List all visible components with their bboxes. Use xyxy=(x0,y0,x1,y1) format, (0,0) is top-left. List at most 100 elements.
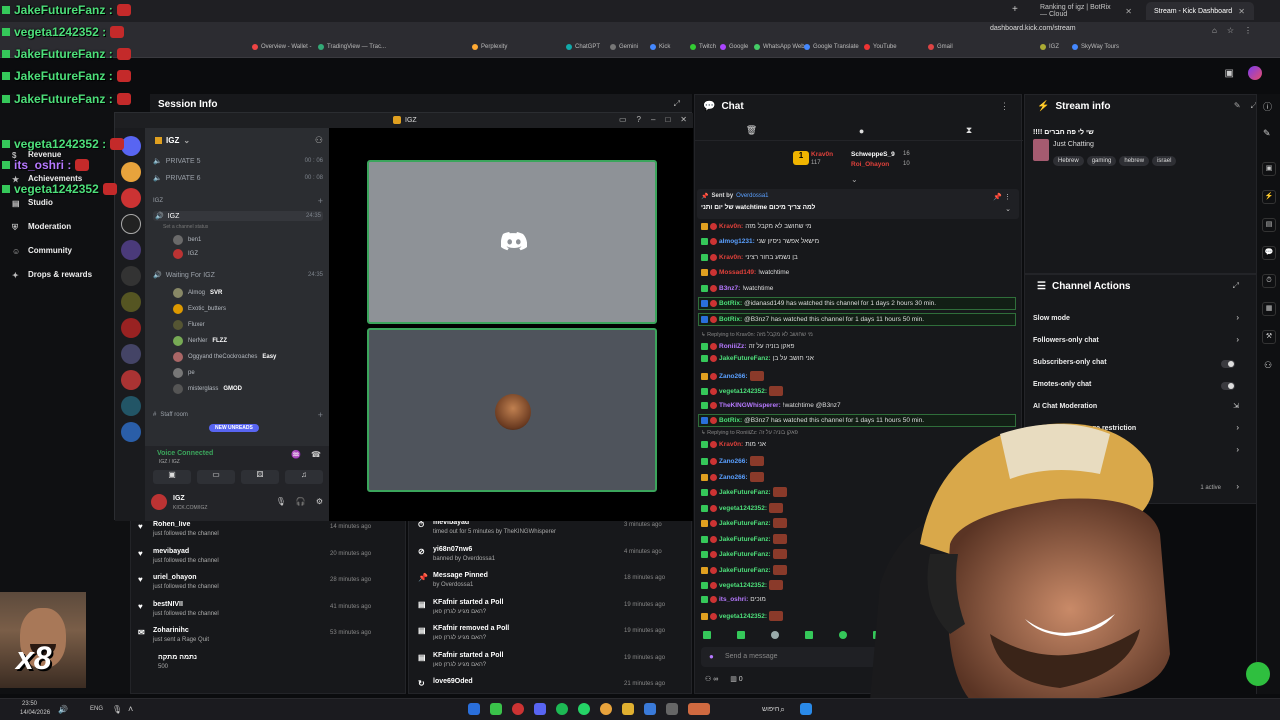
clock-icon[interactable]: ⏱ xyxy=(1262,274,1276,288)
chat-username[interactable]: vegeta1242352: xyxy=(719,388,767,395)
avatar[interactable] xyxy=(1248,66,1262,80)
chat-username[interactable]: JakeFutureFanz: xyxy=(719,551,771,558)
activity-item[interactable]: Message Pinned by Overdossa1 xyxy=(433,572,488,588)
video-tile[interactable] xyxy=(367,160,657,324)
server-icon[interactable] xyxy=(121,344,141,364)
discord-icon[interactable] xyxy=(534,703,546,715)
chat-username[interactable]: RoniiiZz: xyxy=(719,343,746,350)
layout-icon[interactable]: ▦ xyxy=(1262,302,1276,316)
server-icon[interactable] xyxy=(121,240,141,260)
emote-icon[interactable] xyxy=(703,631,711,639)
voice-user[interactable]: Fluxer xyxy=(173,320,321,330)
chevron-down-icon[interactable]: ⌄ xyxy=(851,175,858,184)
chat-message[interactable]: RoniiiZz: פאקן בוניה על זה xyxy=(701,343,794,350)
voice-user[interactable]: IGZ xyxy=(173,249,321,259)
voice-user[interactable]: ben1 xyxy=(173,235,321,245)
chat-username[interactable]: Zano266: xyxy=(719,458,748,465)
nav-item-community[interactable]: ☺ Community xyxy=(12,246,72,256)
chat-message[interactable]: Mossad149: !watchtime xyxy=(701,269,789,276)
maximize-icon[interactable]: □ xyxy=(665,115,670,124)
chat-message[interactable]: JakeFutureFanz: xyxy=(701,487,787,497)
bookmark-item[interactable]: WhatsApp Web xyxy=(754,44,805,50)
volume-icon[interactable]: 🔊 xyxy=(58,705,68,714)
app-icon[interactable] xyxy=(644,703,656,715)
emote-icon[interactable] xyxy=(805,631,813,639)
server-icon[interactable] xyxy=(121,266,141,286)
star-icon[interactable]: ☆ xyxy=(1227,26,1234,35)
server-icon[interactable] xyxy=(121,188,141,208)
bookmark-item[interactable]: Gemini xyxy=(610,44,638,50)
plus-icon[interactable]: + xyxy=(318,410,323,420)
activity-item[interactable]: Rohen_live just followed the channel xyxy=(153,521,219,537)
chat-username[interactable]: vegeta1242352: xyxy=(719,505,767,512)
chat-message[interactable]: BotRix: @B3nz7 has watched this channel … xyxy=(701,316,924,323)
activity-item[interactable]: KFafnir started a Poll האם מגיע לגרזן פאן… xyxy=(433,652,503,668)
chat-username[interactable]: Zano266: xyxy=(719,373,748,380)
chat-message[interactable]: JakeFutureFanz: xyxy=(701,518,787,528)
chat-username[interactable]: Krav0n: xyxy=(719,441,743,448)
chat-message[interactable]: Krav0n: בן נשמע בחור רציני xyxy=(701,254,798,261)
browser-tab[interactable]: Ranking of igz | BotRix — Cloud ✕ xyxy=(1032,2,1140,20)
activity-item[interactable]: נתמה מתקה 500 xyxy=(158,654,197,670)
help-icon[interactable]: ? xyxy=(637,115,641,124)
chat-username[interactable]: almog1231: xyxy=(719,238,755,245)
settings-icon[interactable]: ⚙ xyxy=(316,497,323,506)
voice-user[interactable]: Oggyand theCockroaches Easy xyxy=(173,352,321,362)
activity-item[interactable]: love69Oded xyxy=(433,678,473,685)
voice-user[interactable]: misterglass GMOD xyxy=(173,384,321,394)
bolt-icon[interactable]: ⚡ xyxy=(1262,190,1276,204)
emote-icon[interactable] xyxy=(839,631,847,639)
chat-username[interactable]: BotRix: xyxy=(719,417,742,424)
chat-username[interactable]: BotRix: xyxy=(719,316,742,323)
extensions-icon[interactable]: ⌂ xyxy=(1212,26,1217,35)
close-icon[interactable]: ✕ xyxy=(1125,7,1132,16)
bookmark-item[interactable]: Twitch xyxy=(690,44,716,50)
video-tile[interactable] xyxy=(367,328,657,492)
users-icon[interactable]: ⚇ ∞ xyxy=(705,675,718,683)
app-icon[interactable] xyxy=(688,703,710,715)
channel-waiting[interactable]: 🔊 Waiting For IGZ 24:35 xyxy=(153,271,323,280)
channel-status[interactable]: Set a channel status xyxy=(163,224,333,230)
plus-icon[interactable]: + xyxy=(318,196,323,206)
avatar[interactable] xyxy=(151,494,167,510)
mic-icon[interactable]: 🎙 xyxy=(112,705,122,714)
activity-item[interactable]: mevibayad timed out for 5 minutes by TheK… xyxy=(433,519,556,535)
chat-username[interactable]: Krav0n: xyxy=(719,254,743,261)
activity-item[interactable]: Zoharinihc just sent a Rage Quit xyxy=(153,627,209,643)
chat-message[interactable]: Zano266: xyxy=(701,456,764,466)
minimize-icon[interactable]: – xyxy=(651,115,655,124)
chat-message[interactable]: Zano266: xyxy=(701,371,764,381)
server-icon[interactable] xyxy=(121,292,141,312)
mic-icon[interactable]: 🎙 xyxy=(276,497,286,506)
chat-message[interactable]: Krav0n: מי שחושב לא מקבל מזה xyxy=(701,223,811,230)
edit-icon[interactable]: ✎ xyxy=(1234,101,1241,111)
spotify-icon[interactable] xyxy=(556,703,568,715)
voice-user[interactable]: pe xyxy=(173,368,321,378)
bookmark-item[interactable]: Perplexity xyxy=(472,44,507,50)
tool-icon[interactable]: ⚒ xyxy=(1262,330,1276,344)
chat-username[interactable]: JakeFutureFanz: xyxy=(719,489,771,496)
screenshare-button[interactable]: ▭ xyxy=(197,470,235,484)
emote-icon[interactable] xyxy=(737,631,745,639)
hourglass-icon[interactable]: ⧗ xyxy=(966,125,972,136)
expand-icon[interactable]: ⤢ xyxy=(1233,281,1239,291)
activity-item[interactable]: uriel_ohayon just followed the channel xyxy=(153,574,219,590)
chat-message[interactable]: vegeta1242352: xyxy=(701,386,784,396)
chrome-icon[interactable] xyxy=(600,703,612,715)
close-icon[interactable]: ✕ xyxy=(680,115,687,124)
activity-item[interactable]: mevibayad just followed the channel xyxy=(153,548,219,564)
top-user[interactable]: SchweppeS_9 xyxy=(851,151,895,158)
browser-tab-active[interactable]: Stream - Kick Dashboard ✕ xyxy=(1146,2,1254,20)
close-icon[interactable]: ✕ xyxy=(1238,7,1245,16)
bookmark-item[interactable]: Google xyxy=(720,44,748,50)
server-icon[interactable] xyxy=(121,162,141,182)
url-field[interactable]: dashboard.kick.com/stream xyxy=(990,25,1190,37)
soundboard-button[interactable]: ♫ xyxy=(285,470,323,484)
chat-message[interactable]: almog1231: מישאל אפשר ניסיון שני xyxy=(701,238,819,245)
search-icon[interactable]: ⌕ xyxy=(780,704,785,715)
monitor-icon[interactable]: ▣ xyxy=(1225,68,1234,79)
chat-message[interactable]: vegeta1242352: xyxy=(701,611,784,621)
channel-private-6[interactable]: 🔈 PRIVATE 6 00 : 08 xyxy=(153,174,323,183)
app-icon[interactable] xyxy=(666,703,678,715)
trash-icon[interactable]: 🗑 xyxy=(746,125,757,136)
